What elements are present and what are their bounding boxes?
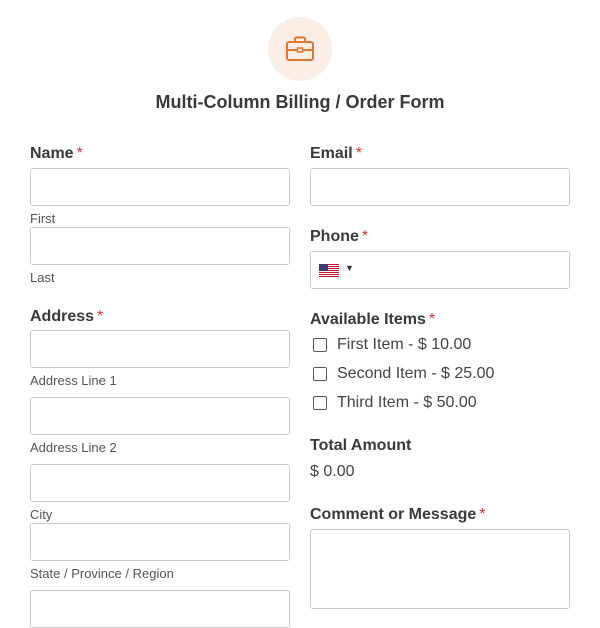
address-state-input[interactable] [30, 523, 290, 561]
required-marker: * [361, 228, 369, 245]
name-first-input[interactable] [30, 168, 290, 206]
email-label-text: Email [310, 145, 353, 162]
chevron-down-icon[interactable]: ▼ [345, 263, 354, 273]
address-state-sublabel: State / Province / Region [30, 566, 174, 581]
address-line2-sublabel: Address Line 2 [30, 440, 117, 455]
comment-label: Comment or Message * [310, 506, 486, 524]
comment-textarea[interactable] [310, 529, 570, 609]
item-choice-label: Third Item - $ 50.00 [337, 394, 477, 411]
email-input[interactable] [310, 168, 570, 206]
us-flag-icon[interactable] [319, 264, 339, 277]
checkbox[interactable] [313, 338, 327, 352]
checkbox[interactable] [313, 367, 327, 381]
address-city-sublabel: City [30, 507, 53, 522]
address-label: Address * [30, 308, 103, 326]
address-city-input[interactable] [30, 464, 290, 502]
phone-label-text: Phone [310, 228, 359, 245]
name-label-text: Name [30, 145, 74, 162]
required-marker: * [76, 145, 83, 162]
required-marker: * [355, 145, 362, 162]
required-marker: * [428, 311, 436, 328]
phone-label: Phone * [310, 228, 368, 246]
item-choice[interactable]: Second Item - $ 25.00 [313, 364, 494, 384]
address-line2-input[interactable] [30, 397, 290, 435]
briefcase-icon [286, 36, 314, 61]
items-label: Available Items * [310, 311, 435, 329]
phone-input[interactable]: ▼ [310, 251, 570, 289]
address-line1-input[interactable] [30, 330, 290, 368]
email-label: Email * [310, 145, 362, 163]
comment-label-text: Comment or Message [310, 506, 477, 523]
item-choice-label: Second Item - $ 25.00 [337, 365, 495, 382]
form-logo [268, 17, 332, 81]
name-last-sublabel: Last [30, 270, 55, 285]
address-zip-input[interactable] [30, 590, 290, 628]
name-last-input[interactable] [30, 227, 290, 265]
required-marker: * [479, 506, 486, 523]
total-label: Total Amount [310, 437, 412, 454]
name-label: Name * [30, 145, 83, 163]
items-label-text: Available Items [310, 311, 426, 328]
item-choice[interactable]: First Item - $ 10.00 [313, 335, 471, 355]
address-label-text: Address [30, 308, 95, 325]
item-choice[interactable]: Third Item - $ 50.00 [313, 393, 477, 413]
form-title: Multi-Column Billing / Order Form [155, 92, 445, 112]
address-line1-sublabel: Address Line 1 [30, 373, 117, 388]
item-choice-label: First Item - $ 10.00 [337, 336, 472, 353]
required-marker: * [97, 308, 104, 325]
total-value: $ 0.00 [310, 463, 355, 480]
checkbox[interactable] [313, 396, 327, 410]
name-first-sublabel: First [30, 211, 56, 226]
